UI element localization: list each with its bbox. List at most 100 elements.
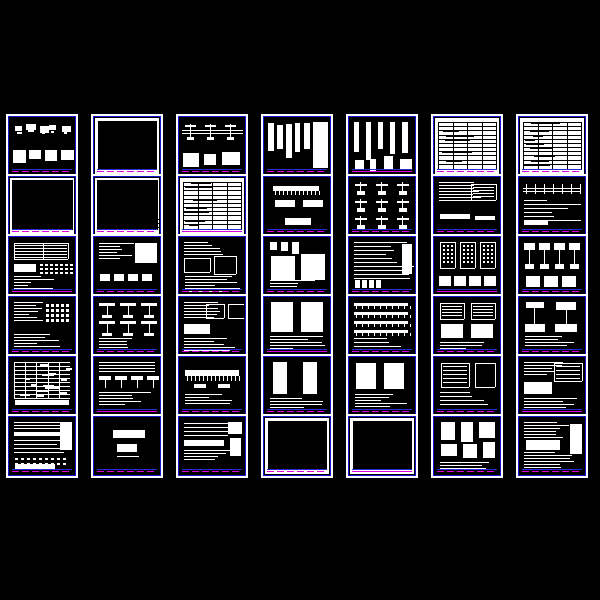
sheet-title-bar: [522, 291, 582, 292]
drawing-thumbnail[interactable]: [6, 294, 78, 358]
sheet-title-bar: [352, 351, 412, 352]
drawing-thumbnail[interactable]: [91, 174, 163, 238]
drawing-thumbnail[interactable]: [346, 354, 418, 418]
drawing-thumbnail[interactable]: [91, 114, 163, 178]
drawing-sheet: [95, 298, 159, 354]
drawing-thumbnail[interactable]: [431, 414, 503, 478]
drawing-thumbnail[interactable]: [516, 234, 588, 298]
sheet-title-bar: [352, 291, 412, 292]
drawing-thumbnail[interactable]: [261, 414, 333, 478]
sheet-blue-rule: [267, 169, 327, 170]
thumbnail-frame: [93, 296, 161, 356]
sheet-title-bar: [352, 411, 412, 412]
sheet-blue-rule: [437, 169, 497, 170]
drawing-sheet: [180, 118, 244, 174]
drawing-thumbnail[interactable]: [516, 414, 588, 478]
sheet-blue-rule: [97, 349, 157, 350]
drawing-thumbnail[interactable]: [516, 294, 588, 358]
drawing-thumbnail[interactable]: [431, 174, 503, 238]
drawing-thumbnail[interactable]: [261, 354, 333, 418]
thumbnail-frame: [518, 296, 586, 356]
thumbnail-frame: [178, 236, 246, 296]
thumbnail-frame: [433, 356, 501, 416]
thumbnail-frame: [8, 296, 76, 356]
drawing-sheet: [265, 418, 329, 474]
sheet-blue-rule: [182, 469, 242, 470]
sheet-title-bar: [522, 351, 582, 352]
thumbnail-frame: [518, 116, 586, 176]
drawing-thumbnail[interactable]: [91, 234, 163, 298]
thumbnail-frame: [348, 296, 416, 356]
sheet-title-bar: [267, 291, 327, 292]
drawing-sheet: [180, 298, 244, 354]
thumbnail-frame: [348, 176, 416, 236]
sheet-blue-rule: [522, 229, 582, 230]
sheet-blue-rule: [522, 349, 582, 350]
thumbnail-frame: [433, 116, 501, 176]
drawing-sheet: [435, 238, 499, 294]
sheet-blue-rule: [12, 169, 72, 170]
drawing-thumbnail[interactable]: [176, 234, 248, 298]
sheet-blue-rule: [12, 469, 72, 470]
drawing-sheet: [10, 238, 74, 294]
sheet-title-bar: [182, 411, 242, 412]
sheet-title-bar: [352, 231, 412, 232]
drawing-thumbnail[interactable]: [176, 294, 248, 358]
drawing-thumbnail[interactable]: [261, 294, 333, 358]
thumbnail-frame: [178, 416, 246, 476]
drawing-thumbnail[interactable]: [91, 414, 163, 478]
drawing-thumbnail[interactable]: [431, 354, 503, 418]
drawing-sheet: [10, 298, 74, 354]
drawing-thumbnail[interactable]: [6, 114, 78, 178]
drawing-thumbnail[interactable]: [516, 354, 588, 418]
drawing-thumbnail[interactable]: [346, 414, 418, 478]
sheet-title-bar: [267, 471, 327, 472]
drawing-thumbnail[interactable]: [6, 414, 78, 478]
sheet-title-bar: [12, 411, 72, 412]
drawing-sheet: [10, 118, 74, 174]
drawing-thumbnail[interactable]: [346, 234, 418, 298]
sheet-title-bar: [182, 171, 242, 172]
drawing-thumbnail[interactable]: [431, 114, 503, 178]
thumbnail-contact-sheet: [0, 0, 600, 600]
thumbnail-frame: [8, 116, 76, 176]
drawing-thumbnail[interactable]: [261, 174, 333, 238]
drawing-thumbnail[interactable]: [346, 294, 418, 358]
sheet-blue-rule: [352, 229, 412, 230]
thumbnail-frame: [433, 236, 501, 296]
drawing-thumbnail[interactable]: [176, 114, 248, 178]
thumbnail-frame: [178, 356, 246, 416]
drawing-sheet: [95, 118, 159, 174]
drawing-thumbnail[interactable]: [516, 174, 588, 238]
drawing-thumbnail[interactable]: [176, 174, 248, 238]
sheet-title-bar: [437, 411, 497, 412]
sheet-title-bar: [97, 291, 157, 292]
drawing-thumbnail[interactable]: [516, 114, 588, 178]
drawing-thumbnail[interactable]: [91, 354, 163, 418]
drawing-thumbnail[interactable]: [346, 114, 418, 178]
thumbnail-frame: [8, 416, 76, 476]
thumbnail-frame: [178, 176, 246, 236]
thumbnail-frame: [518, 356, 586, 416]
thumbnail-frame: [348, 116, 416, 176]
drawing-thumbnail[interactable]: [176, 414, 248, 478]
drawing-thumbnail[interactable]: [431, 294, 503, 358]
drawing-thumbnail[interactable]: [261, 114, 333, 178]
thumbnail-frame: [263, 416, 331, 476]
drawing-thumbnail[interactable]: [431, 234, 503, 298]
sheet-title-bar: [12, 171, 72, 172]
drawing-sheet: [520, 238, 584, 294]
drawing-thumbnail[interactable]: [261, 234, 333, 298]
thumbnail-frame: [8, 356, 76, 416]
drawing-thumbnail[interactable]: [6, 174, 78, 238]
drawing-thumbnail[interactable]: [91, 294, 163, 358]
drawing-sheet: [265, 178, 329, 234]
drawing-sheet: [520, 418, 584, 474]
drawing-sheet: [180, 418, 244, 474]
drawing-thumbnail[interactable]: [176, 354, 248, 418]
thumbnail-frame: [518, 176, 586, 236]
drawing-thumbnail[interactable]: [346, 174, 418, 238]
drawing-thumbnail[interactable]: [6, 354, 78, 418]
drawing-sheet: [10, 418, 74, 474]
drawing-thumbnail[interactable]: [6, 234, 78, 298]
